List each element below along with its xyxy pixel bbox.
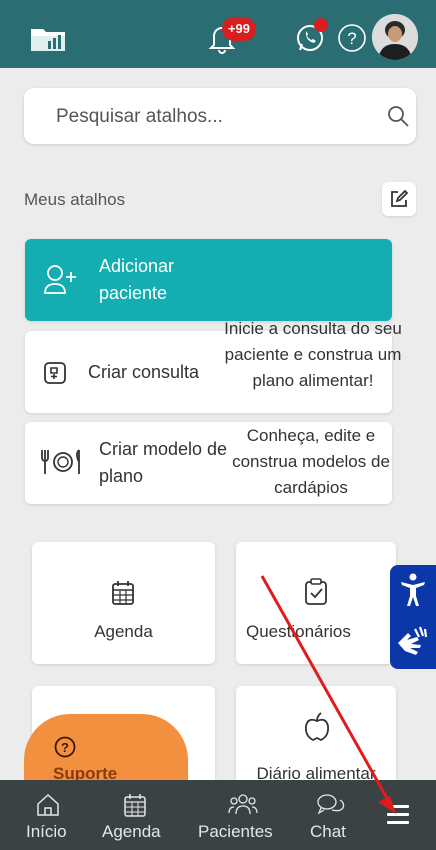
chat-icon [316, 792, 345, 818]
app-header: +99 ? [0, 0, 436, 68]
nav-label: Início [26, 822, 67, 841]
notification-badge: +99 [222, 17, 256, 41]
cutlery-plate-icon [41, 446, 83, 483]
tile-agenda[interactable]: Agenda [32, 542, 215, 664]
search-icon[interactable] [386, 104, 410, 128]
shortcut-label: Criar consulta [88, 362, 200, 382]
calendar-icon [111, 580, 135, 611]
consultation-tooltip: Inicie a consulta do seu paciente e cons… [224, 319, 402, 390]
accessibility-widget[interactable] [390, 565, 436, 669]
users-icon [228, 792, 258, 818]
search-bar[interactable] [24, 88, 416, 144]
search-input[interactable] [56, 104, 336, 130]
bottom-navigation: Início Agenda Pacientes Chat [0, 780, 436, 850]
whatsapp-alert-dot [314, 18, 328, 32]
add-document-icon [43, 361, 67, 390]
tile-food-diary[interactable]: Diário alimentar [236, 686, 396, 786]
shortcut-label: Criar modelo de plano [99, 439, 228, 486]
menu-button[interactable] [378, 780, 418, 850]
nav-item-patients[interactable]: Pacientes [196, 780, 288, 850]
add-user-icon [43, 263, 79, 302]
nav-label: Pacientes [198, 822, 273, 841]
clipboard-check-icon [304, 578, 328, 611]
edit-icon [391, 190, 408, 207]
tile-label: Agenda [94, 622, 153, 641]
svg-text:?: ? [347, 29, 356, 48]
menu-icon [386, 804, 412, 830]
help-circle-icon: ? [54, 736, 76, 758]
accessibility-person-icon[interactable] [400, 573, 426, 607]
nav-item-home[interactable]: Início [18, 780, 78, 850]
tile-label: Questionários [246, 622, 351, 641]
nav-label: Chat [310, 822, 346, 841]
help-icon[interactable]: ? [336, 22, 368, 54]
apple-icon [304, 712, 330, 747]
home-icon [35, 792, 61, 818]
shortcuts-title: Meus atalhos [24, 190, 126, 209]
tile-questionnaires[interactable]: Questionários [236, 542, 396, 664]
folder-chart-icon[interactable] [28, 22, 68, 54]
calendar-icon [122, 792, 148, 818]
sign-language-icon[interactable] [395, 623, 431, 659]
nav-label: Agenda [102, 822, 161, 841]
nav-item-chat[interactable]: Chat [306, 780, 356, 850]
user-avatar[interactable] [372, 14, 418, 60]
edit-shortcuts-button[interactable] [382, 182, 416, 216]
svg-text:?: ? [61, 740, 69, 755]
shortcut-label: Adicionar paciente [99, 256, 175, 303]
plan-model-tooltip: Conheça, edite e construa modelos de car… [232, 426, 390, 497]
shortcut-add-patient[interactable]: Adicionar paciente [25, 239, 392, 321]
nav-item-agenda[interactable]: Agenda [98, 780, 178, 850]
